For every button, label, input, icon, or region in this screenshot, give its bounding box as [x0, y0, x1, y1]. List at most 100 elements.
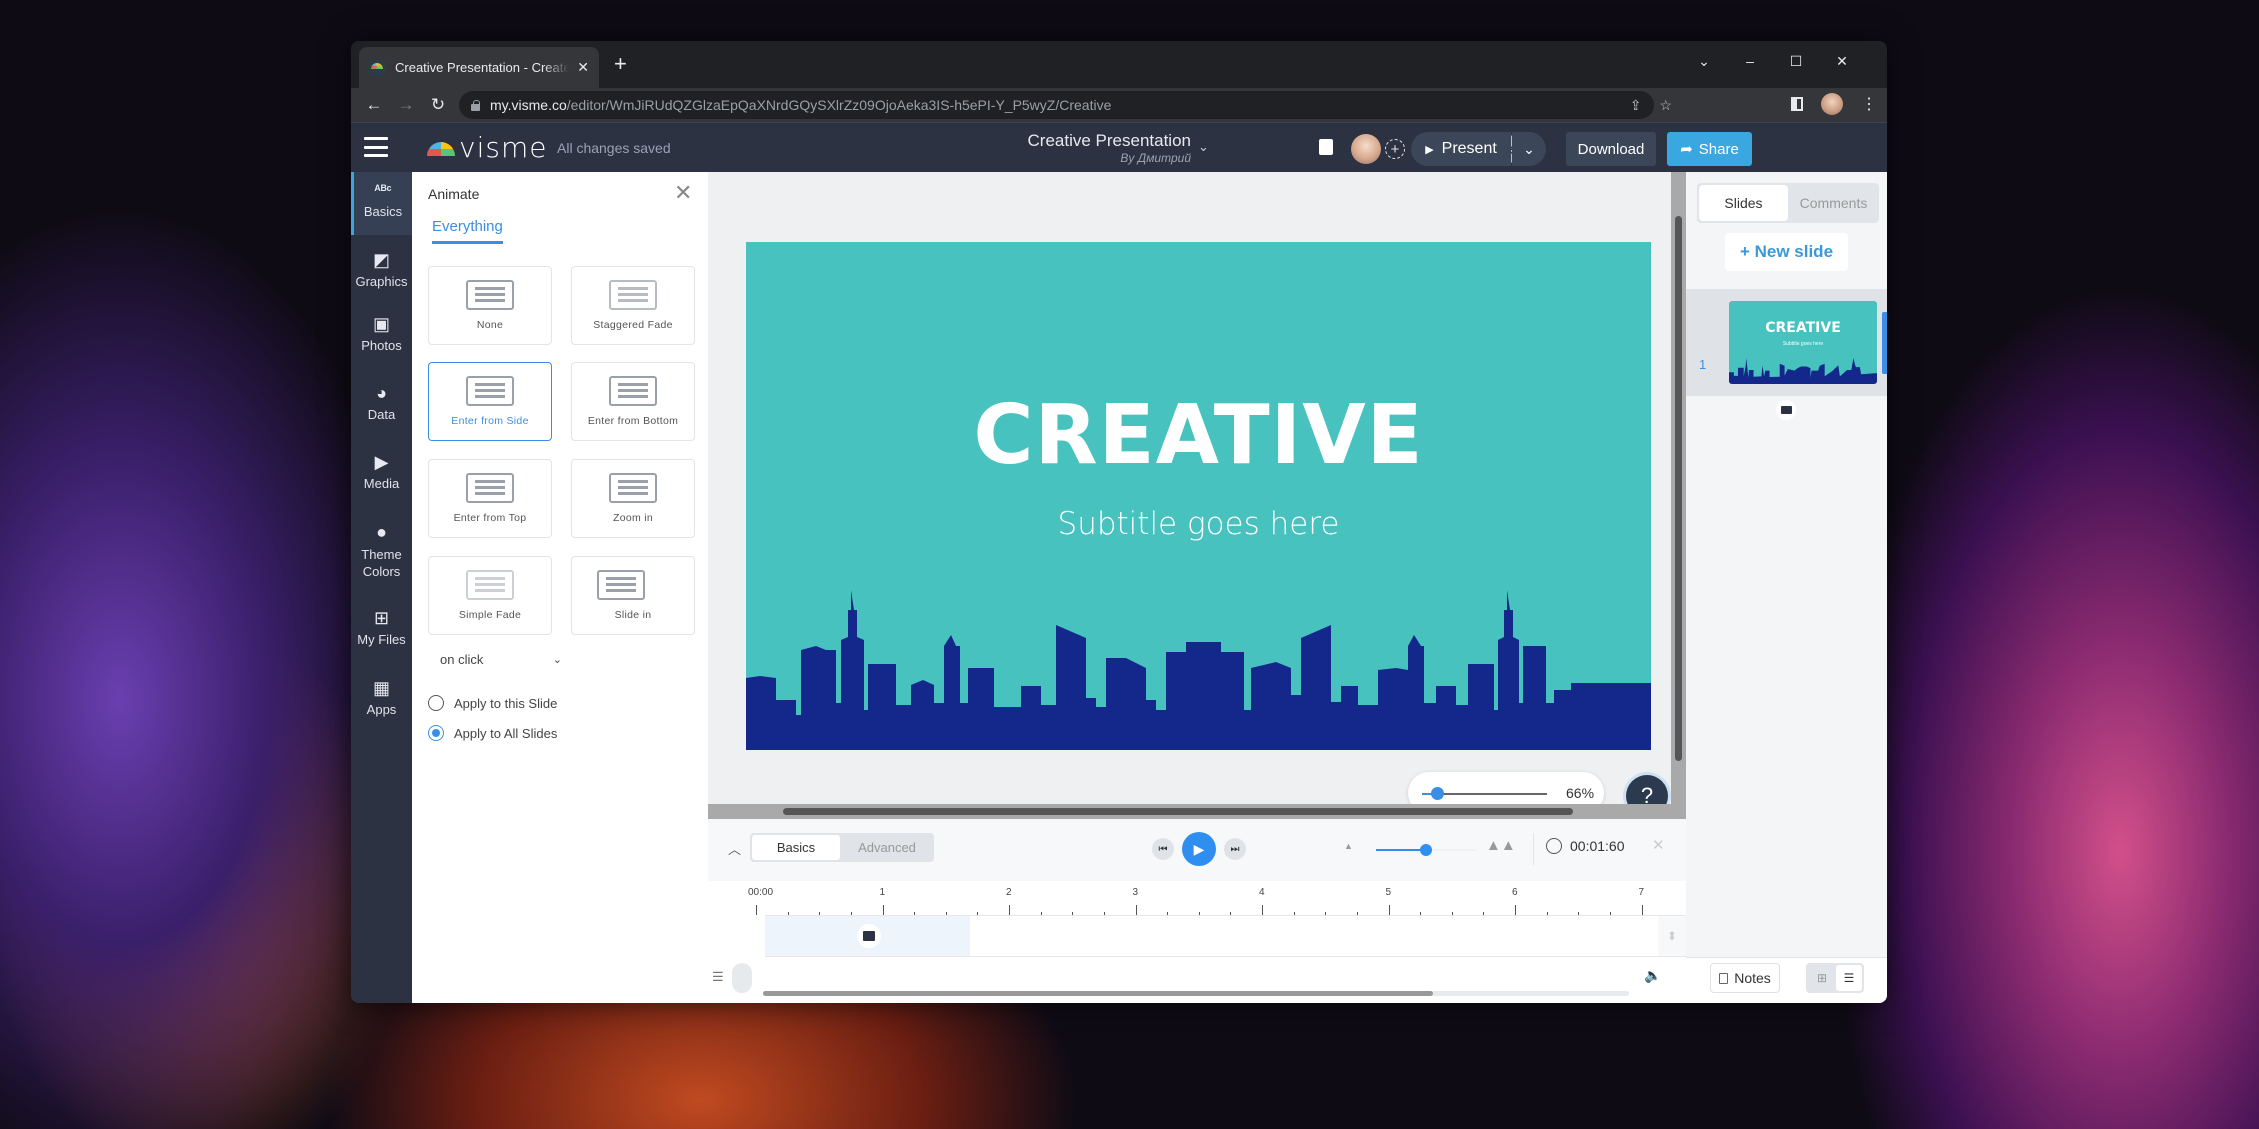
animation-option-enter-from-bottom[interactable]: Enter from Bottom [571, 362, 695, 441]
minimize-button[interactable]: – [1727, 41, 1773, 81]
close-panel-icon[interactable]: ✕ [674, 180, 692, 206]
ruler-label: 5 [1385, 887, 1392, 898]
animation-option-simple-fade[interactable]: Simple Fade [428, 556, 552, 635]
collapse-timeline-icon[interactable]: ︿ [728, 839, 741, 858]
slides-comments-toggle: Slides Comments [1697, 183, 1879, 223]
timeline-track[interactable]: ⬍ [765, 915, 1686, 957]
animate-panel: Animate ✕ Everything None Staggered Fade… [412, 172, 708, 1003]
slide-duration-block[interactable] [765, 916, 970, 956]
close-window-button[interactable]: ✕ [1819, 41, 1865, 81]
slide-title[interactable]: CREATIVE [746, 388, 1651, 483]
title-chevron-down-icon[interactable]: ⌄ [1198, 139, 1209, 155]
side-panel-icon[interactable] [1791, 97, 1803, 111]
browser-menu-icon[interactable]: ⋮ [1861, 94, 1877, 114]
skip-forward-button[interactable]: ⏭ [1224, 838, 1246, 860]
animation-preview-icon [609, 280, 657, 310]
download-button[interactable]: Download [1566, 132, 1656, 166]
new-slide-button[interactable]: + New slide [1725, 233, 1848, 271]
present-button[interactable]: ▶ Present [1411, 132, 1511, 166]
animation-option-staggered-fade[interactable]: Staggered Fade [571, 266, 695, 345]
slide[interactable]: CREATIVE Subtitle goes here [746, 242, 1651, 750]
duration-readout[interactable]: 00:01:60 [1570, 838, 1625, 854]
thumb-skyline [1729, 358, 1877, 384]
grid-view-icon[interactable]: ⊞ [1810, 966, 1834, 990]
animation-option-slide-in[interactable]: Slide in [571, 556, 695, 635]
share-button[interactable]: ➦ Share [1667, 132, 1752, 166]
apply-all-slides-radio[interactable]: Apply to All Slides [428, 725, 557, 741]
skip-back-button[interactable]: ⏮ [1152, 838, 1174, 860]
rail-item-theme-colors[interactable]: ● Theme Colors [351, 516, 412, 582]
browser-actions: ⋮ [1791, 93, 1877, 115]
thumb-title: CREATIVE [1765, 320, 1841, 336]
notes-button[interactable]: Notes [1710, 963, 1780, 993]
tab-basics[interactable]: Basics [752, 835, 840, 860]
rail-label: Apps [366, 702, 397, 717]
slide-transition-icon[interactable] [1776, 400, 1796, 420]
hamburger-menu-icon[interactable] [364, 137, 388, 157]
share-page-icon[interactable]: ⇪ [1630, 97, 1642, 114]
animation-entry-icon[interactable] [857, 924, 881, 948]
zoom-slider-handle[interactable] [1431, 787, 1444, 800]
rail-item-graphics[interactable]: ◩ Graphics [351, 244, 412, 294]
slide-thumbnail[interactable]: CREATIVE Subtitle goes here [1729, 301, 1877, 384]
browser-tab[interactable]: Creative Presentation - Created with Vis… [359, 47, 599, 88]
back-button[interactable]: ← [358, 95, 390, 115]
bookmark-star-icon[interactable]: ☆ [1659, 97, 1672, 114]
horizontal-scrollbar[interactable] [708, 804, 1671, 819]
close-timeline-icon[interactable]: ✕ [1652, 836, 1665, 854]
rail-label: Basics [363, 204, 403, 219]
address-bar-row: ← → ↻ my.visme.co /editor/WmJiRUdQZGlzaE… [351, 88, 1887, 122]
tab-advanced[interactable]: Advanced [842, 835, 932, 860]
rail-item-media[interactable]: ▶ Media [351, 446, 412, 496]
rail-item-apps[interactable]: ▦ Apps [351, 672, 412, 722]
city-skyline-graphic[interactable] [746, 590, 1651, 750]
timeline-scrollbar-thumb[interactable] [763, 991, 1433, 996]
collaborator-avatar[interactable] [1351, 134, 1381, 164]
scrollbar-thumb[interactable] [1675, 216, 1682, 761]
forward-button[interactable]: → [390, 95, 422, 115]
volume-icon[interactable]: 🔈 [1644, 967, 1661, 984]
document-title[interactable]: Creative Presentation By Дмитрий [931, 131, 1191, 165]
microphone-icon[interactable] [732, 963, 752, 993]
apply-this-slide-radio[interactable]: Apply to this Slide [428, 695, 557, 711]
comment-icon[interactable] [1319, 139, 1333, 155]
rail-item-photos[interactable]: ▣ Photos [351, 308, 412, 358]
speed-slider-handle[interactable] [1420, 844, 1432, 856]
slides-panel: Slides Comments + New slide 1 CREATIVE S… [1686, 172, 1887, 1003]
tab-everything[interactable]: Everything [432, 218, 503, 244]
tab-slides[interactable]: Slides [1699, 185, 1788, 221]
animation-option-enter-from-top[interactable]: Enter from Top [428, 459, 552, 538]
clock-icon [1546, 838, 1562, 854]
play-button[interactable]: ▶ [1182, 832, 1216, 866]
scrollbar-thumb[interactable] [783, 808, 1573, 815]
rail-item-data[interactable]: ◕ Data [351, 377, 412, 427]
resize-handle-icon[interactable]: ⬍ [1658, 916, 1686, 956]
animation-option-none[interactable]: None [428, 266, 552, 345]
maximize-button[interactable]: ☐ [1773, 41, 1819, 81]
add-collaborator-button[interactable]: + [1385, 139, 1405, 159]
slide-number: 1 [1699, 357, 1707, 372]
reload-button[interactable]: ↻ [422, 95, 454, 115]
vertical-scrollbar[interactable] [1671, 172, 1686, 819]
animation-option-zoom-in[interactable]: Zoom in [571, 459, 695, 538]
visme-logo[interactable]: visme [427, 131, 547, 164]
animation-option-enter-from-side[interactable]: Enter from Side [428, 362, 552, 441]
slide-subtitle[interactable]: Subtitle goes here [746, 506, 1651, 542]
new-tab-button[interactable]: + [614, 51, 627, 77]
list-view-icon[interactable]: ☰ [1836, 965, 1862, 991]
present-options-dropdown[interactable]: ⌄ [1512, 132, 1546, 166]
present-label: Present [1441, 140, 1497, 157]
tab-comments[interactable]: Comments [1790, 185, 1877, 221]
animation-trigger-select[interactable]: on click ⌄ [428, 648, 572, 672]
animation-preview-icon [466, 280, 514, 310]
tab-search-icon[interactable]: ⌄ [1681, 41, 1727, 81]
profile-avatar[interactable] [1821, 93, 1843, 115]
rail-item-basics[interactable]: ᴬᴮᶜ Basics [351, 172, 412, 235]
slide-thumbnail-row[interactable]: 1 CREATIVE Subtitle goes here [1686, 289, 1887, 396]
animation-preview-icon [466, 570, 514, 600]
close-tab-icon[interactable]: ✕ [577, 59, 589, 76]
url-field[interactable]: my.visme.co /editor/WmJiRUdQZGlzaEpQaXNr… [459, 91, 1654, 119]
rail-label: Data [367, 407, 396, 422]
drag-handle-icon[interactable]: ☰ [712, 969, 724, 985]
rail-item-my-files[interactable]: ⊞ My Files [351, 602, 412, 652]
